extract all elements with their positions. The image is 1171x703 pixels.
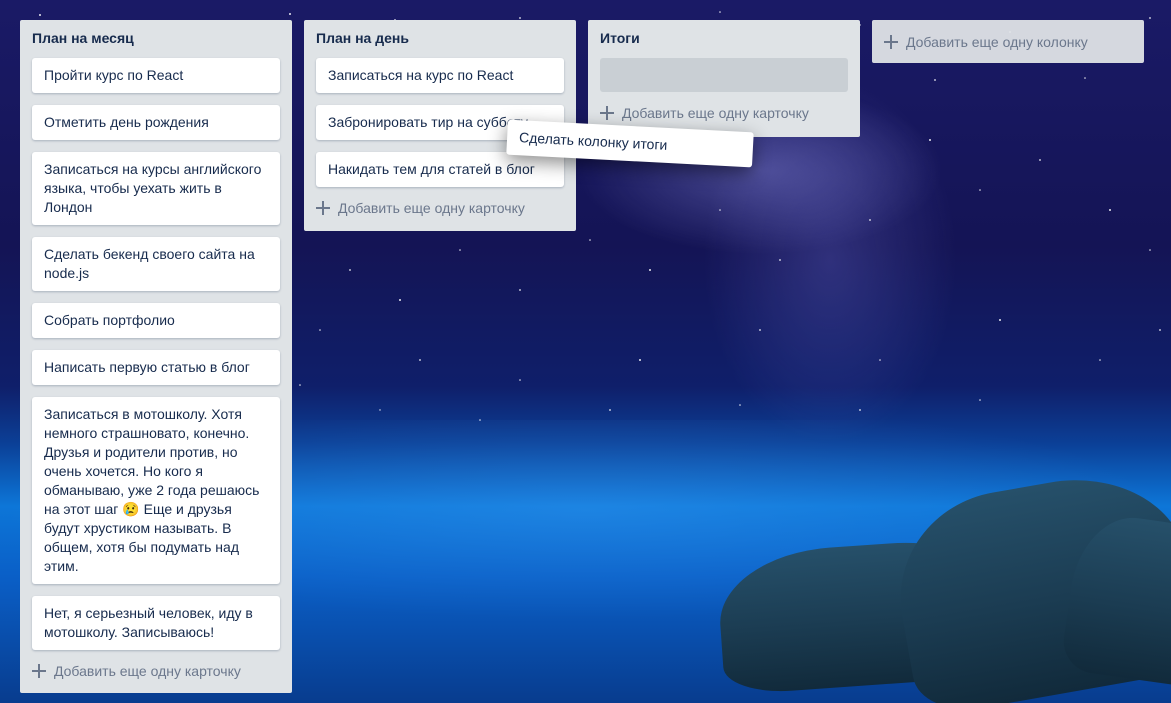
plus-icon: [316, 201, 330, 215]
card[interactable]: Написать первую статью в блог: [32, 350, 280, 385]
card[interactable]: Записаться на курсы английского языка, ч…: [32, 152, 280, 225]
add-card-label: Добавить еще одну карточку: [338, 200, 525, 216]
card[interactable]: Пройти курс по React: [32, 58, 280, 93]
add-card-button[interactable]: Добавить еще одну карточку: [32, 662, 280, 680]
plus-icon: [884, 34, 898, 49]
card[interactable]: Накидать тем для статей в блог: [316, 152, 564, 187]
add-card-label: Добавить еще одну карточку: [622, 105, 809, 121]
column-results: Итоги Добавить еще одну карточку: [588, 20, 860, 137]
column-month-plan: План на месяц Пройти курс по React Отмет…: [20, 20, 292, 693]
card[interactable]: Нет, я серьезный человек, иду в мотошкол…: [32, 596, 280, 650]
add-column-label: Добавить еще одну колонку: [906, 33, 1088, 50]
add-card-button[interactable]: Добавить еще одну карточку: [600, 104, 848, 122]
plus-icon: [600, 106, 614, 120]
plus-icon: [32, 664, 46, 678]
card[interactable]: Сделать бекенд своего сайта на node.js: [32, 237, 280, 291]
add-card-button[interactable]: Добавить еще одну карточку: [316, 199, 564, 217]
drop-placeholder: [600, 58, 848, 92]
card[interactable]: Собрать портфолио: [32, 303, 280, 338]
card[interactable]: Отметить день рождения: [32, 105, 280, 140]
column-title: Итоги: [600, 30, 640, 46]
card[interactable]: Записаться на курс по React: [316, 58, 564, 93]
card[interactable]: Записаться в мотошколу. Хотя немного стр…: [32, 397, 280, 584]
add-card-label: Добавить еще одну карточку: [54, 663, 241, 679]
add-column-button[interactable]: Добавить еще одну колонку: [872, 20, 1144, 63]
column-title: План на месяц: [32, 30, 134, 46]
column-title: План на день: [316, 30, 409, 46]
